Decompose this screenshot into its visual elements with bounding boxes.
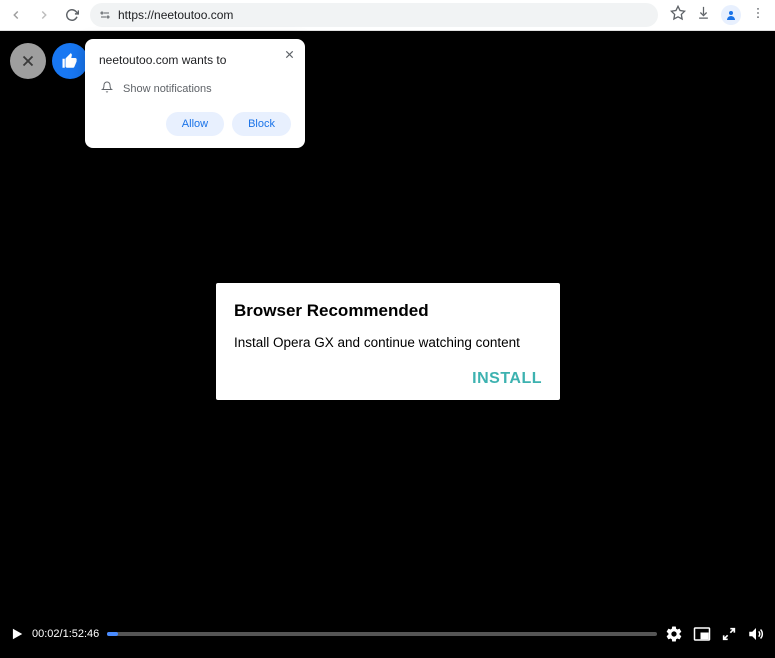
page-content: neetoutoo.com wants to Show notification… — [0, 31, 775, 658]
video-controls: 00:02/1:52:46 — [0, 624, 775, 644]
settings-gear-icon[interactable] — [665, 625, 683, 643]
like-button[interactable] — [52, 43, 88, 79]
video-time: 00:02/1:52:46 — [32, 628, 99, 640]
volume-icon[interactable] — [747, 625, 765, 643]
site-settings-icon[interactable] — [98, 8, 112, 22]
dialog-body: Install Opera GX and continue watching c… — [234, 335, 542, 350]
bell-icon — [101, 81, 113, 96]
permission-item-label: Show notifications — [123, 83, 212, 95]
block-button[interactable]: Block — [232, 112, 291, 136]
progress-fill — [107, 632, 118, 636]
notification-permission-prompt: neetoutoo.com wants to Show notification… — [85, 39, 305, 148]
overlay-close-button[interactable] — [10, 43, 46, 79]
allow-button[interactable]: Allow — [166, 112, 224, 136]
pip-icon[interactable] — [693, 625, 711, 643]
downloads-icon[interactable] — [696, 5, 711, 25]
progress-bar[interactable] — [107, 632, 657, 636]
bookmark-star-icon[interactable] — [670, 5, 686, 26]
address-bar[interactable]: https://neetoutoo.com — [90, 3, 658, 27]
play-button[interactable] — [10, 627, 24, 641]
forward-button[interactable] — [34, 5, 54, 25]
url-text: https://neetoutoo.com — [118, 8, 233, 22]
menu-kebab-icon[interactable] — [751, 6, 765, 25]
permission-title: neetoutoo.com wants to — [99, 53, 291, 67]
reload-button[interactable] — [62, 5, 82, 25]
browser-recommended-dialog: Browser Recommended Install Opera GX and… — [216, 283, 560, 400]
install-button[interactable]: INSTALL — [472, 370, 542, 388]
profile-avatar[interactable] — [721, 5, 741, 25]
permission-close-icon[interactable] — [284, 49, 295, 63]
dialog-title: Browser Recommended — [234, 301, 542, 321]
browser-toolbar: https://neetoutoo.com — [0, 0, 775, 31]
back-button[interactable] — [6, 5, 26, 25]
fullscreen-icon[interactable] — [721, 626, 737, 642]
